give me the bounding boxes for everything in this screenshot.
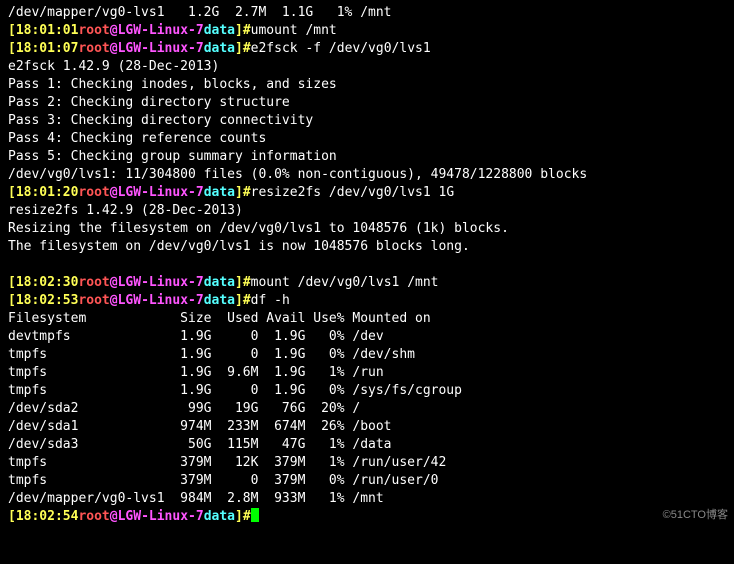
prompt-bracket: [ [8,23,16,38]
terminal-output[interactable]: /dev/mapper/vg0-lvs1 1.2G 2.7M 1.1G 1% /… [8,4,726,526]
watermark: ©51CTO博客 [663,506,728,524]
blank-line [8,256,726,274]
cmd-mount: mount /dev/vg0/lvs1 /mnt [251,275,439,290]
prompt-at: @ [110,23,118,38]
out-line: /dev/vg0/lvs1: 11/304800 files (0.0% non… [8,166,726,184]
out-line: e2fsck 1.42.9 (28-Dec-2013) [8,58,726,76]
out-line: resize2fs 1.42.9 (28-Dec-2013) [8,202,726,220]
out-line: Pass 4: Checking reference counts [8,130,726,148]
prompt-cwd: data [204,23,235,38]
out-line: Pass 5: Checking group summary informati… [8,148,726,166]
out-line: The filesystem on /dev/vg0/lvs1 is now 1… [8,238,726,256]
out-line: Pass 3: Checking directory connectivity [8,112,726,130]
out-line: Pass 2: Checking directory structure [8,94,726,112]
prompt-host: LGW-Linux-7 [118,23,204,38]
cmd-resize: resize2fs /dev/vg0/lvs1 1G [251,185,455,200]
cursor[interactable] [251,508,259,522]
cmd-df: df -h [251,293,290,308]
df-row: /dev/mapper/vg0-lvs1 984M 2.8M 933M 1% /… [8,490,726,508]
prompt-hash: # [243,23,251,38]
prompt-resize: [18:01:20root@LGW-Linux-7data]#resize2fs… [8,184,726,202]
df-row: /dev/sda3 50G 115M 47G 1% /data [8,436,726,454]
cmd-umount: umount /mnt [251,23,337,38]
prompt-bracket-close: ] [235,23,243,38]
out-line: Resizing the filesystem on /dev/vg0/lvs1… [8,220,726,238]
prompt-umount: [18:01:01root@LGW-Linux-7data]#umount /m… [8,22,726,40]
df-header: Filesystem Size Used Avail Use% Mounted … [8,310,726,328]
df-row: tmpfs 379M 0 379M 0% /run/user/0 [8,472,726,490]
df-row-prev: /dev/mapper/vg0-lvs1 1.2G 2.7M 1.1G 1% /… [8,4,726,22]
prompt-idle[interactable]: [18:02:54root@LGW-Linux-7data]# [8,508,726,526]
df-row: tmpfs 379M 12K 379M 1% /run/user/42 [8,454,726,472]
df-row: tmpfs 1.9G 0 1.9G 0% /sys/fs/cgroup [8,382,726,400]
df-row: devtmpfs 1.9G 0 1.9G 0% /dev [8,328,726,346]
df-row: /dev/sda2 99G 19G 76G 20% / [8,400,726,418]
df-row: tmpfs 1.9G 0 1.9G 0% /dev/shm [8,346,726,364]
df-row: /dev/sda1 974M 233M 674M 26% /boot [8,418,726,436]
prompt-df: [18:02:53root@LGW-Linux-7data]#df -h [8,292,726,310]
prompt-e2fsck: [18:01:07root@LGW-Linux-7data]#e2fsck -f… [8,40,726,58]
prompt-time: 18:01:01 [16,23,79,38]
out-line: Pass 1: Checking inodes, blocks, and siz… [8,76,726,94]
prompt-user: root [78,23,109,38]
prompt-mount: [18:02:30root@LGW-Linux-7data]#mount /de… [8,274,726,292]
df-row: tmpfs 1.9G 9.6M 1.9G 1% /run [8,364,726,382]
cmd-e2fsck: e2fsck -f /dev/vg0/lvs1 [251,41,431,56]
